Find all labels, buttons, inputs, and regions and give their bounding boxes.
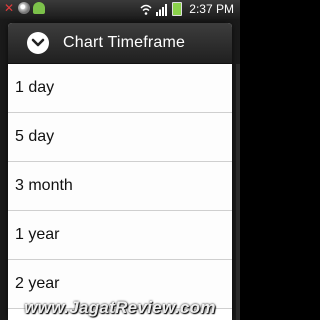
- option-label: 1 day: [15, 79, 55, 96]
- status-indicators: 2:37 PM: [140, 2, 234, 16]
- wifi-icon: [140, 4, 152, 15]
- media-disc-icon: [18, 2, 30, 14]
- option-3-month[interactable]: 3 month: [8, 162, 232, 211]
- chevron-down-circle-icon: [27, 32, 49, 54]
- timeframe-options-list: 1 day 5 day 3 month 1 year 2 year: [8, 64, 232, 309]
- dialog-title: Chart Timeframe: [63, 34, 186, 51]
- signal-icon: [156, 3, 168, 16]
- battery-icon: [172, 2, 183, 16]
- chart-timeframe-dialog: Chart Timeframe 1 day 5 day 3 month 1 ye…: [8, 23, 232, 320]
- phone-screen: ✕ 2:37 PM Chart Timeframe 1 day 5 day 3 …: [0, 0, 240, 320]
- android-debug-icon: [33, 2, 45, 14]
- option-label: 5 day: [15, 128, 55, 145]
- background-scroll-edge: [236, 64, 240, 320]
- option-label: 2 year: [15, 275, 60, 292]
- clock-time: 2:37 PM: [189, 2, 234, 16]
- status-bar: ✕ 2:37 PM: [0, 0, 240, 19]
- watermark-text: www.JagatReview.com: [24, 298, 216, 317]
- dialog-header: Chart Timeframe: [8, 23, 232, 64]
- missed-notification-icon: ✕: [3, 1, 15, 15]
- option-label: 1 year: [15, 226, 60, 243]
- status-notifications: ✕: [3, 2, 45, 14]
- option-1-year[interactable]: 1 year: [8, 211, 232, 260]
- option-label: 3 month: [15, 177, 73, 194]
- option-5-day[interactable]: 5 day: [8, 113, 232, 162]
- option-1-day[interactable]: 1 day: [8, 64, 232, 113]
